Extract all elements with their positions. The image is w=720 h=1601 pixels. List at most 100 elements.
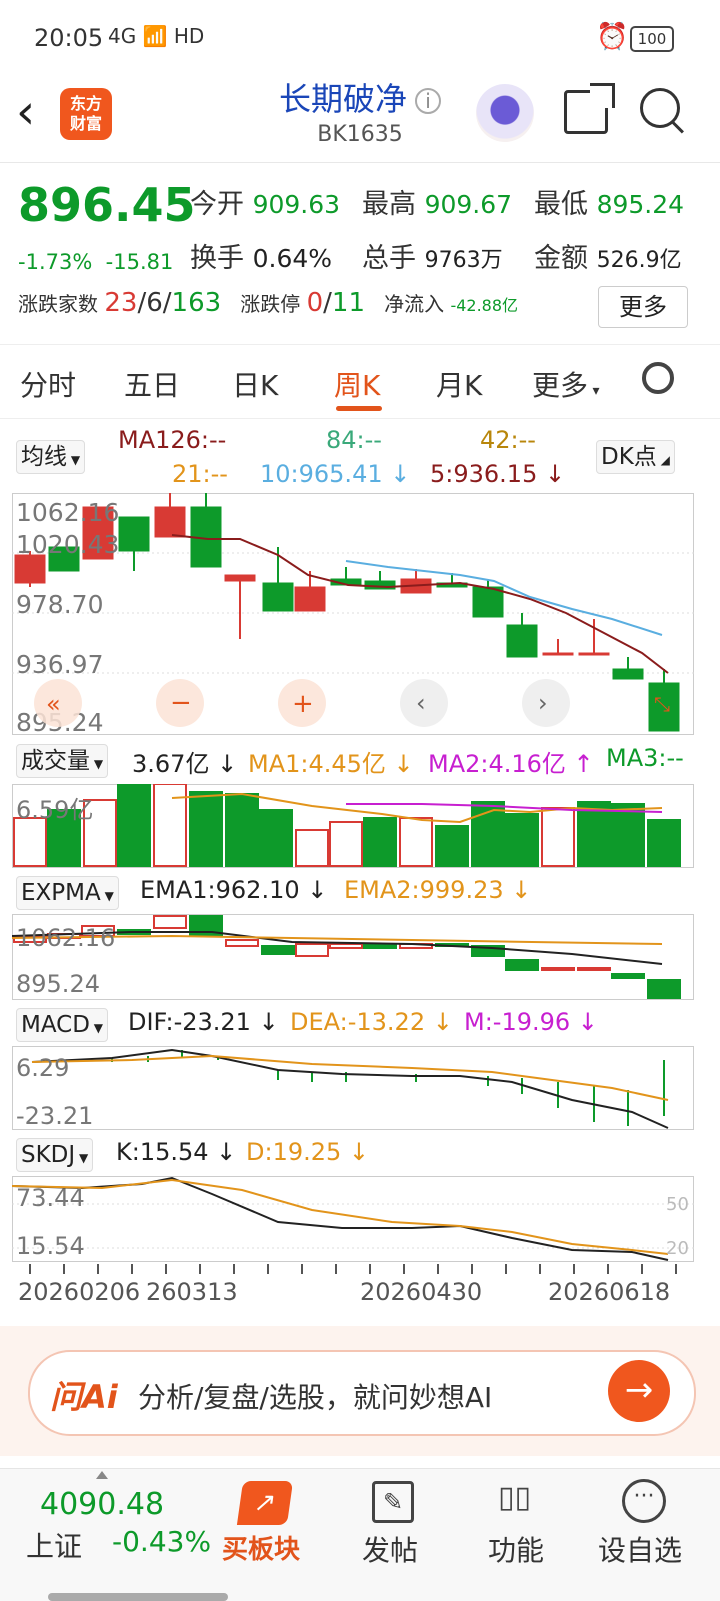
ma10-label: 10:965.41 ↓ <box>260 460 411 488</box>
battery-icon: 100 <box>630 26 674 52</box>
turnover-label: 换手 <box>190 243 244 274</box>
buy-board-label[interactable]: 买板块 <box>222 1529 300 1566</box>
ma84-label: 84:-- <box>326 426 382 454</box>
skdj-select[interactable]: SKDJ ▼ <box>16 1138 94 1172</box>
macd-select[interactable]: MACD ▼ <box>16 1008 108 1042</box>
date-label-4: 20260618 <box>548 1278 670 1306</box>
more-dots-icon[interactable]: ··· <box>622 1479 666 1523</box>
expma-chart[interactable]: 1062.16 895.24 <box>12 914 694 1000</box>
expand-icon[interactable]: ⤡ <box>654 692 670 716</box>
tab-daily-k[interactable]: 日K <box>232 364 278 404</box>
bottom-bar: 4090.48 上证 -0.43% ↗ 买板块 ✎ 发帖 ▯▯ 功能 ··· 设… <box>0 1468 720 1601</box>
date-label-2: 260313 <box>146 1278 238 1306</box>
volume-label: 总手 <box>362 243 416 274</box>
share-icon[interactable] <box>564 83 615 134</box>
active-tab-indicator <box>336 406 382 411</box>
expma-select-label: EXPMA <box>21 880 101 906</box>
expma-candle <box>153 915 187 929</box>
ma21-label: 21:-- <box>172 460 228 488</box>
period-tabs: 分时 五日 日K 周K 月K 更多 ▾ <box>0 346 720 419</box>
candle-body <box>612 668 644 680</box>
fall-count: 163 <box>171 288 222 318</box>
index-value[interactable]: 4090.48 <box>40 1487 164 1522</box>
tab-more-label: 更多 <box>532 369 589 402</box>
volume-bar <box>647 819 681 867</box>
caret-up-icon <box>96 1471 108 1479</box>
open-cell: 今开 909.63 <box>190 182 340 221</box>
ma-select-label: 均线 <box>21 444 67 470</box>
ai-search-bar[interactable]: 问Ai 分析/复盘/选股，就问妙想AI → <box>28 1350 696 1436</box>
tab-more[interactable]: 更多 ▾ <box>532 364 600 404</box>
volume-value: 9763万 <box>424 248 503 273</box>
gear-icon[interactable] <box>642 362 674 394</box>
dropdown-icon: ▼ <box>100 889 114 903</box>
kline-chart[interactable]: 1062.16 1020.43 978.70 936.97 895.24 « −… <box>12 493 694 735</box>
flat-count: 6 <box>146 288 163 318</box>
k-axis-4: 936.97 <box>16 650 103 679</box>
header: ‹ 东方 财富 长期破净 i BK1635 <box>0 80 720 163</box>
volume-select[interactable]: 成交量 ▼ <box>16 744 109 778</box>
breadth-row: 涨跌家数 23/6/163 涨跌停 0/11 净流入 -42.88亿 <box>18 288 519 318</box>
volume-bar <box>399 817 433 867</box>
skdj-chart[interactable]: 73.44 15.54 50 20 <box>12 1176 694 1262</box>
macd-chart[interactable]: 6.29 -23.21 <box>12 1046 694 1130</box>
price-change: -1.73% -15.81 <box>18 250 173 274</box>
ema2-label: EMA2:999.23 ↓ <box>344 876 532 904</box>
buy-board-icon[interactable]: ↗ <box>236 1481 294 1525</box>
expma-select[interactable]: EXPMA ▼ <box>16 876 119 910</box>
macd-axis-top: 6.29 <box>16 1054 69 1082</box>
expma-candle <box>541 967 575 971</box>
high-value: 909.67 <box>424 190 513 219</box>
low-value: 895.24 <box>596 190 685 219</box>
volume-bar <box>153 784 187 867</box>
open-label: 今开 <box>190 189 244 220</box>
candle-body <box>294 586 326 612</box>
volume-bar <box>435 825 469 867</box>
volume-ma3: MA3:-- <box>606 744 684 772</box>
tab-intraday[interactable]: 分时 <box>20 364 76 404</box>
high-cell: 最高 909.67 <box>362 182 512 221</box>
skdj-select-label: SKDJ <box>21 1142 76 1168</box>
ma42-label: 42:-- <box>480 426 536 454</box>
grid-icon[interactable]: ▯▯ <box>498 1481 531 1515</box>
dk-point-select[interactable]: DK点 ◢ <box>596 440 675 474</box>
edit-icon[interactable]: ✎ <box>372 1481 414 1523</box>
tab-five-day[interactable]: 五日 <box>124 364 180 404</box>
post-label[interactable]: 发帖 <box>362 1529 418 1569</box>
low-label: 最低 <box>534 189 588 220</box>
turnover-value: 0.64% <box>252 244 333 273</box>
search-icon[interactable] <box>640 88 680 128</box>
info-icon[interactable]: i <box>415 88 441 114</box>
arrow-right-icon[interactable]: → <box>608 1360 670 1422</box>
add-watch-label[interactable]: 设自选 <box>598 1529 682 1569</box>
tab-weekly-k[interactable]: 周K <box>334 364 380 404</box>
expma-candle <box>647 979 681 999</box>
network-icon: 4G 📶 HD <box>108 24 205 48</box>
dif-label: DIF:-23.21 ↓ <box>128 1008 279 1036</box>
quote-panel: 896.45 -1.73% -15.81 今开 909.63 最高 909.67… <box>0 164 720 345</box>
macd-select-label: MACD <box>21 1012 90 1038</box>
volume-bar <box>189 791 223 867</box>
change-val: -15.81 <box>105 250 174 274</box>
minus-icon: − <box>170 688 192 718</box>
candle-body <box>542 652 574 656</box>
dea-label: DEA:-13.22 ↓ <box>290 1008 453 1036</box>
ai-robot-icon[interactable] <box>476 84 534 142</box>
amount-cell: 金额 526.9亿 <box>534 236 682 275</box>
candle-body <box>224 574 256 582</box>
low-cell: 最低 895.24 <box>534 182 684 221</box>
volume-chart[interactable]: 6.59亿 <box>12 784 694 868</box>
status-time: 20:05 <box>34 24 104 52</box>
ma-select[interactable]: 均线 ▼ <box>16 440 86 474</box>
plus-icon: + <box>292 689 314 719</box>
more-button[interactable]: 更多 <box>598 286 688 328</box>
index-name[interactable]: 上证 <box>26 1525 82 1565</box>
volume-bar <box>117 784 151 867</box>
dk-label: DK点 <box>601 444 657 470</box>
dropdown-icon: ▼ <box>75 1151 89 1165</box>
function-label[interactable]: 功能 <box>488 1529 544 1569</box>
inflow-value: -42.88亿 <box>450 296 519 315</box>
candle-body <box>154 506 186 538</box>
index-change[interactable]: -0.43% <box>112 1525 211 1558</box>
tab-monthly-k[interactable]: 月K <box>436 364 482 404</box>
